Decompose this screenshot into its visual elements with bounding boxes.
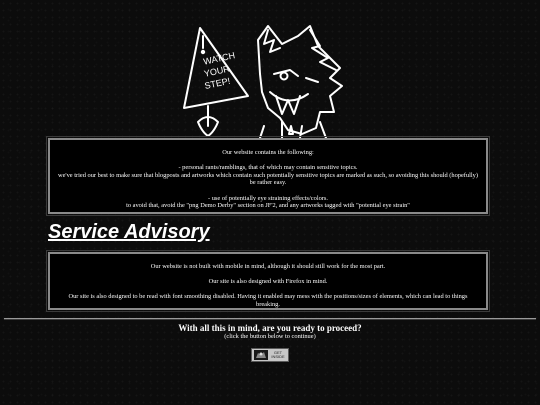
service-advisory-heading: Service Advisory [48, 221, 210, 243]
warning-sign-character-drawing: WATCH YOUR STEP! [183, 25, 343, 139]
notice-line: to avoid that, avoid the "png Demo Derby… [126, 202, 410, 210]
crest-icon [254, 350, 268, 360]
advisory-line: Our website is not built with mobile in … [150, 263, 386, 270]
enter-button-label: GET INSIDE [271, 349, 285, 359]
sign-text-line: WATCH [203, 50, 236, 66]
advisory-line: Our site is also designed with Firefox i… [208, 278, 328, 286]
header-illustration: WATCH YOUR STEP! [170, 22, 370, 140]
enter-site-button[interactable]: GET INSIDE [251, 348, 289, 362]
horizontal-divider [4, 318, 536, 320]
content-notice-box: Our website contains the following: - pe… [46, 136, 490, 216]
notice-spacer [56, 157, 480, 165]
notice-spacer [56, 187, 480, 195]
advisory-spacer [56, 286, 480, 294]
notice-line: - use of potentially eye straining effec… [207, 194, 329, 202]
service-advisory-box: Our website is not built with mobile in … [46, 250, 490, 312]
advisory-spacer [56, 271, 480, 279]
continue-hint: (click the button below to continue) [224, 333, 316, 340]
notice-line: Our website contains the following: [222, 149, 314, 156]
notice-line: we've tried our best to make sure that b… [57, 171, 478, 187]
advisory-line: Our site is also designed to be read wit… [68, 293, 468, 308]
notice-line: - personal rants/ramblings, that of whic… [178, 164, 358, 172]
proceed-question: With all this in mind, are you ready to … [178, 323, 362, 333]
